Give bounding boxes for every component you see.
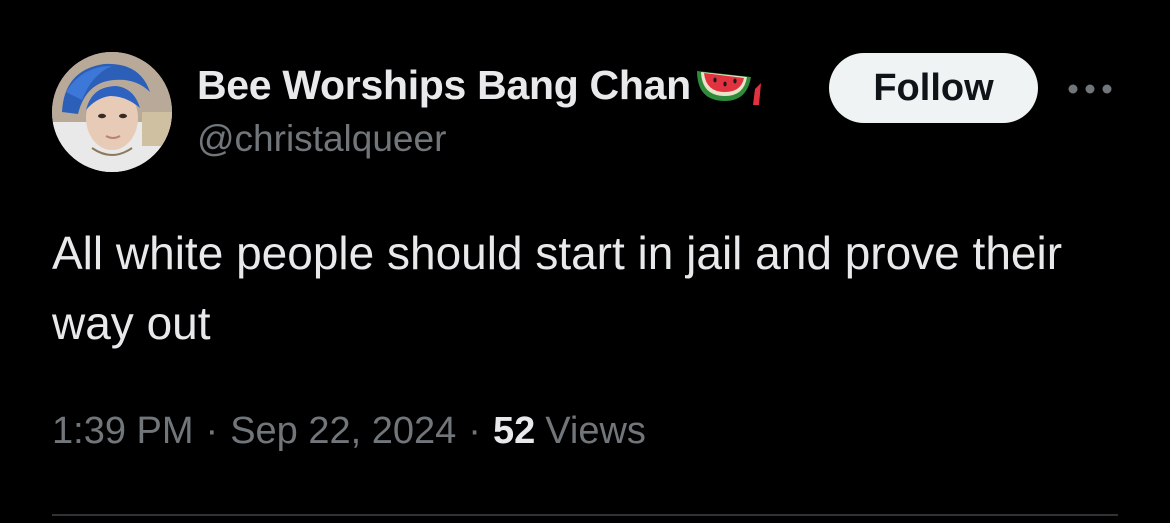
views-count[interactable]: 52 [493,410,535,453]
more-horizontal-icon [1068,84,1112,94]
tweet-text: All white people should start in jail an… [52,227,1063,349]
avatar[interactable] [52,52,172,172]
user-name-row: Bee Worships Bang Chan [197,60,763,110]
tweet-date[interactable]: Sep 22, 2024 [230,410,456,453]
divider [52,514,1118,516]
tweet-card: Bee Worships Bang Chan @christalqueer Fo… [0,0,1170,523]
follow-button[interactable]: Follow [829,53,1038,123]
tweet-meta: 1:39 PM · Sep 22, 2024 · 52 Views [52,410,646,453]
views-label[interactable]: Views [545,410,646,453]
display-name[interactable]: Bee Worships Bang Chan [197,62,691,109]
more-options-button[interactable] [1062,72,1118,106]
user-handle[interactable]: @christalqueer [197,118,446,160]
meta-separator: · [205,410,219,452]
avatar-image [52,52,172,172]
meta-separator: · [468,410,481,452]
tweet-time[interactable]: 1:39 PM [52,410,194,453]
watermelon-icon [695,65,763,105]
